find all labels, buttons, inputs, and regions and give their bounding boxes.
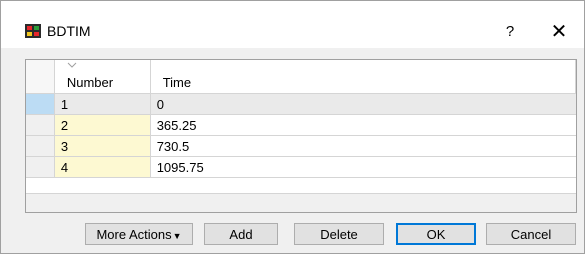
- time-cell[interactable]: 0: [150, 93, 576, 115]
- header-row: Number Time: [26, 60, 577, 94]
- number-cell[interactable]: 4: [54, 156, 151, 178]
- row-header[interactable]: [26, 135, 55, 157]
- dropdown-caret-icon: ▼: [172, 231, 182, 241]
- corner-cell[interactable]: [26, 60, 55, 94]
- column-header-time[interactable]: Time: [150, 60, 577, 94]
- time-cell[interactable]: 365.25: [150, 114, 576, 136]
- grid-footer: [26, 193, 576, 212]
- sort-indicator-icon: [67, 62, 77, 68]
- more-actions-button[interactable]: More Actions▼: [85, 223, 193, 245]
- column-header-label: Number: [66, 75, 114, 90]
- data-grid[interactable]: Number Time 1 0 2 365.25 3 730.5 4 1095.…: [25, 59, 577, 213]
- close-button[interactable]: ✕: [546, 21, 572, 43]
- bdtim-dialog: BDTIM ? ✕ Number Time 1 0 2 365.25 3 730…: [0, 0, 585, 254]
- grid-table: Number Time 1 0 2 365.25 3 730.5 4 1095.…: [26, 60, 577, 178]
- row-header[interactable]: [26, 114, 55, 136]
- help-button[interactable]: ?: [498, 21, 522, 43]
- time-cell[interactable]: 730.5: [150, 135, 576, 157]
- title-bar: BDTIM ? ✕: [1, 1, 584, 48]
- time-cell[interactable]: 1095.75: [150, 156, 576, 178]
- row-header[interactable]: [26, 93, 55, 115]
- ok-button[interactable]: OK: [396, 223, 476, 245]
- delete-button[interactable]: Delete: [294, 223, 384, 245]
- column-header-label: Time: [162, 75, 192, 90]
- window-title: BDTIM: [47, 23, 91, 39]
- cancel-button[interactable]: Cancel: [486, 223, 576, 245]
- add-button[interactable]: Add: [204, 223, 278, 245]
- number-cell[interactable]: 3: [54, 135, 151, 157]
- number-cell[interactable]: 2: [54, 114, 151, 136]
- row-header[interactable]: [26, 156, 55, 178]
- more-actions-label: More Actions: [96, 227, 172, 242]
- number-cell[interactable]: 1: [54, 93, 151, 115]
- table-row[interactable]: 1 0: [26, 93, 576, 115]
- data-table-icon: [25, 24, 41, 38]
- table-row[interactable]: 4 1095.75: [26, 156, 576, 178]
- table-row[interactable]: 3 730.5: [26, 135, 576, 157]
- table-row[interactable]: 2 365.25: [26, 114, 576, 136]
